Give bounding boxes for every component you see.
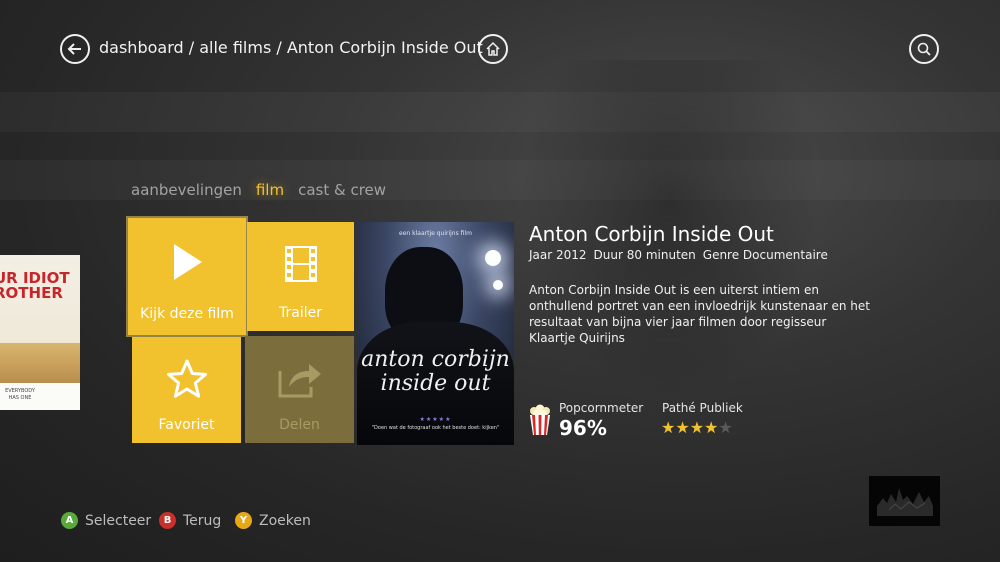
watch-movie-tile[interactable]: Kijk deze film [128, 218, 246, 335]
trailer-label: Trailer [279, 305, 322, 321]
background-stripe [0, 92, 1000, 132]
home-icon [486, 41, 500, 56]
star-filled-icon: ★ [704, 418, 719, 437]
b-button-icon: B [159, 512, 176, 529]
hint-select: A Selecteer [61, 512, 151, 529]
previous-movie-poster[interactable]: UR IDIOT ROTHER EVERYBODY HAS ONE [0, 255, 80, 410]
arrow-left-icon [67, 43, 81, 55]
share-icon [278, 363, 321, 397]
share-label: Delen [279, 417, 320, 433]
favorite-label: Favoriet [158, 417, 215, 433]
poster-stage-light [493, 280, 503, 290]
watch-movie-label: Kijk deze film [140, 306, 234, 322]
movie-meta: Jaar 2012 Duur 80 minuten Genre Document… [529, 248, 828, 262]
y-button-icon: Y [235, 512, 252, 529]
tab-aanbevelingen[interactable]: aanbevelingen [131, 181, 242, 199]
peek-poster-title: UR IDIOT ROTHER [0, 269, 70, 302]
hint-back-label: Terug [183, 512, 222, 529]
search-icon [917, 42, 931, 56]
movie-year: Jaar 2012 [529, 248, 587, 262]
trailer-tile[interactable]: Trailer [247, 222, 354, 331]
star-filled-icon: ★ [675, 418, 690, 437]
movie-title: Anton Corbijn Inside Out [529, 222, 774, 246]
hint-search: Y Zoeken [235, 512, 311, 529]
mini-video-preview[interactable] [869, 476, 940, 526]
poster-stars: ★★★★★ [419, 416, 452, 423]
tab-cast-crew[interactable]: cast & crew [298, 181, 386, 199]
hint-select-label: Selecteer [85, 512, 152, 529]
star-empty-icon: ★ [718, 418, 733, 437]
search-button[interactable] [909, 34, 939, 64]
tab-film[interactable]: film [256, 181, 284, 199]
peek-poster-tagline: EVERYBODY HAS ONE [5, 388, 35, 401]
poster-stage-light [485, 250, 501, 266]
popcornmeter-value: 96% [559, 416, 607, 440]
back-button[interactable] [60, 34, 90, 64]
poster-credit-line: een klaartje quirijns film [399, 230, 472, 237]
movie-genre: Genre Documentaire [702, 248, 828, 262]
a-button-icon: A [61, 512, 78, 529]
popcorn-icon [530, 404, 550, 435]
pathe-rating-label: Pathé Publiek [662, 401, 743, 415]
hint-search-label: Zoeken [259, 512, 311, 529]
hint-back: B Terug [159, 512, 221, 529]
film-strip-icon [284, 245, 317, 282]
star-filled-icon: ★ [689, 418, 705, 437]
play-icon [174, 243, 202, 280]
movie-poster: een klaartje quirijns film anton corbijn… [357, 222, 514, 445]
home-button[interactable] [478, 34, 508, 64]
breadcrumb: dashboard / alle films / Anton Corbijn I… [99, 38, 483, 57]
star-filled-icon: ★ [661, 418, 676, 437]
movie-description: Anton Corbijn Inside Out is een uiterst … [529, 283, 870, 345]
movie-duration: Duur 80 minuten [593, 248, 696, 262]
video-preview-image [877, 488, 933, 516]
poster-quote: "Doen wat de fotograaf ook het beste doe… [371, 425, 500, 431]
peek-poster-image [0, 343, 80, 383]
favorite-tile[interactable]: Favoriet [132, 337, 241, 443]
pivot-tabs: aanbevelingen film cast & crew [131, 181, 386, 199]
popcornmeter-label: Popcornmeter [559, 401, 644, 415]
star-icon [166, 359, 207, 398]
pathe-rating-stars: ★★★★★ [661, 418, 733, 437]
share-tile[interactable]: Delen [245, 336, 354, 443]
poster-title: anton corbijn inside out [361, 347, 510, 396]
